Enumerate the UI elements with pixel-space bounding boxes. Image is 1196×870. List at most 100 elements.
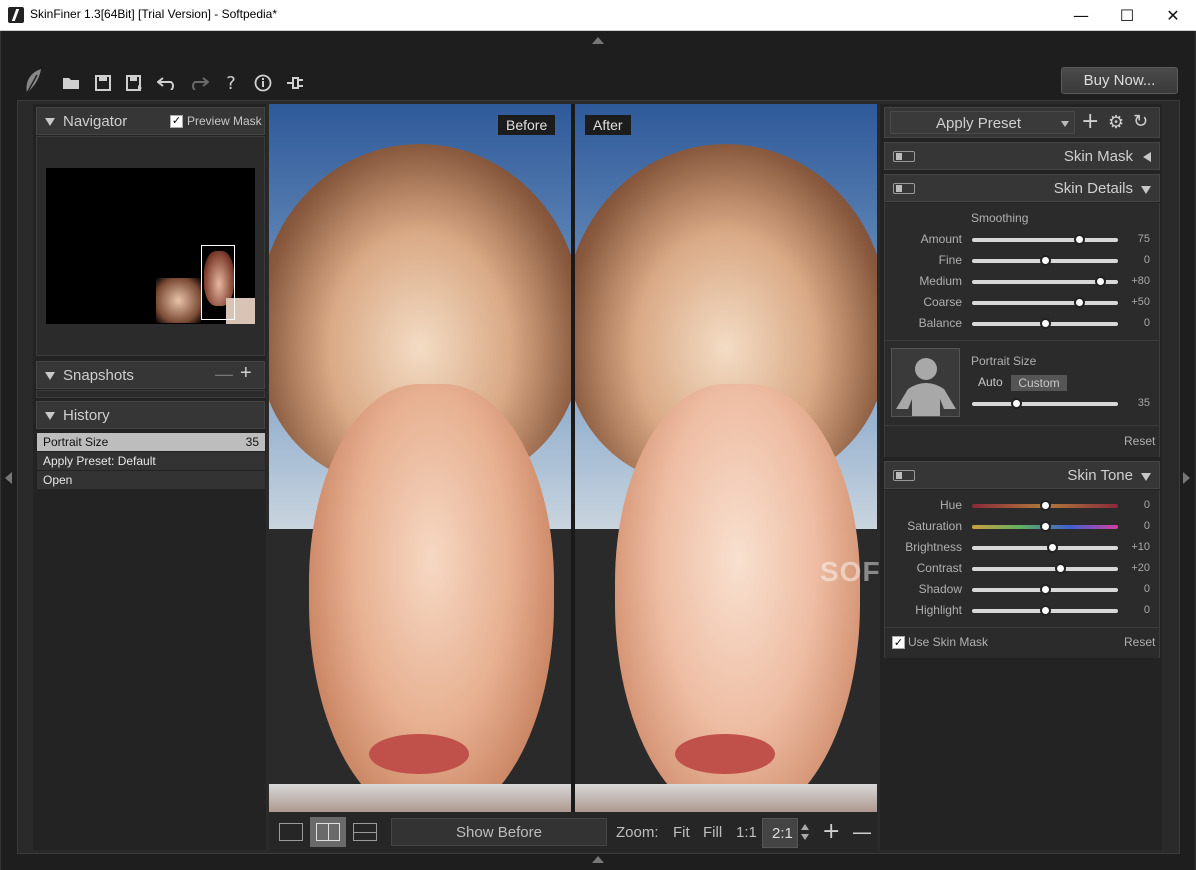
after-label: After <box>585 115 631 135</box>
slider-label: Fine <box>938 253 962 267</box>
collapse-right-icon[interactable] <box>1183 472 1190 484</box>
skin-details-toggle[interactable] <box>893 183 915 194</box>
auto-button[interactable]: Auto <box>978 375 1003 389</box>
slider-track[interactable] <box>972 297 1118 308</box>
zoom-1-1-button[interactable]: 1:1 <box>736 824 757 841</box>
slider-track[interactable] <box>972 255 1118 266</box>
zoom-label: Zoom: <box>616 824 659 841</box>
slider-thumb[interactable] <box>1040 584 1051 595</box>
slider-thumb[interactable] <box>1040 605 1051 616</box>
custom-button[interactable]: Custom <box>1011 375 1067 391</box>
slider-thumb[interactable] <box>1054 563 1066 574</box>
skin-tone-reset-button[interactable]: Reset <box>1124 635 1155 649</box>
show-before-button[interactable]: Show Before <box>391 818 607 846</box>
zoom-value-box[interactable]: 2:1 <box>762 818 798 848</box>
window-title: SkinFiner 1.3[64Bit] [Trial Version] - S… <box>30 7 278 21</box>
slider-thumb[interactable] <box>1040 521 1051 532</box>
slider-label: Hue <box>939 498 962 512</box>
zoom-fit-button[interactable]: Fit <box>673 824 690 841</box>
skin-details-header[interactable]: Skin Details <box>884 174 1160 202</box>
slider-value: 75 <box>1137 233 1150 245</box>
split-vertical-view-button[interactable] <box>310 817 346 847</box>
reset-preset-icon[interactable]: ↻ <box>1133 111 1148 132</box>
slider-value: 0 <box>1143 317 1150 329</box>
history-item-label: Portrait Size <box>43 435 109 449</box>
history-item[interactable]: Open <box>37 471 265 489</box>
portrait-size-slider-thumb[interactable] <box>1010 398 1022 409</box>
slider-thumb[interactable] <box>1040 500 1051 511</box>
collapse-left-icon[interactable] <box>5 472 12 484</box>
slider-label: Brightness <box>905 540 962 554</box>
collapse-triangle-icon <box>45 372 55 380</box>
navigator-viewport-rect[interactable] <box>201 245 235 320</box>
slider-track[interactable] <box>972 563 1118 574</box>
redo-icon[interactable] <box>188 72 210 94</box>
preview-mask-checkbox[interactable]: ✓ <box>170 115 183 128</box>
slider-track[interactable] <box>972 318 1118 329</box>
minimize-button[interactable]: — <box>1058 0 1104 31</box>
slider-thumb[interactable] <box>1073 297 1085 308</box>
navigator-header[interactable]: Navigator ✓ Preview Mask <box>36 107 265 135</box>
portrait-size-value: 35 <box>1137 397 1150 409</box>
single-view-button[interactable] <box>273 817 309 847</box>
skin-tone-toggle[interactable] <box>893 470 915 481</box>
close-button[interactable]: ✕ <box>1150 0 1196 31</box>
open-folder-icon[interactable] <box>60 72 82 94</box>
collapse-bottom-icon[interactable] <box>592 856 604 863</box>
after-image[interactable] <box>575 104 877 812</box>
help-icon[interactable]: ? <box>220 72 242 94</box>
add-preset-icon[interactable]: + <box>1081 109 1099 134</box>
portrait-person-icon <box>891 348 960 417</box>
plugin-icon[interactable] <box>284 72 306 94</box>
collapse-top-icon[interactable] <box>592 37 604 44</box>
slider-label: Contrast <box>916 561 962 575</box>
maximize-button[interactable]: ☐ <box>1104 0 1150 31</box>
slider-label: Amount <box>920 232 962 246</box>
slider-thumb[interactable] <box>1040 318 1051 329</box>
zoom-out-icon[interactable]: — <box>852 820 872 844</box>
zoom-down-icon[interactable] <box>801 834 809 840</box>
save-as-icon[interactable] <box>124 72 146 94</box>
split-horizontal-view-button[interactable] <box>347 817 383 847</box>
snapshots-header[interactable]: Snapshots — + <box>36 361 265 389</box>
divider <box>884 340 1160 341</box>
slider-track[interactable] <box>972 605 1118 616</box>
skin-mask-header[interactable]: Skin Mask <box>884 142 1160 170</box>
slider-label: Shadow <box>918 582 962 596</box>
buy-now-button[interactable]: Buy Now... <box>1061 67 1178 94</box>
slider-thumb[interactable] <box>1040 255 1051 266</box>
undo-icon[interactable] <box>156 72 178 94</box>
zoom-up-icon[interactable] <box>801 824 809 830</box>
slider-label: Balance <box>918 316 962 330</box>
skin-tone-header[interactable]: Skin Tone <box>884 461 1160 489</box>
portrait-size-slider-track[interactable] <box>972 398 1118 409</box>
apply-preset-dropdown[interactable]: Apply Preset <box>890 111 1075 134</box>
slider-track[interactable] <box>972 584 1118 595</box>
divider <box>884 627 1160 628</box>
slider-track[interactable] <box>972 500 1118 511</box>
skin-details-title: Skin Details <box>1053 180 1133 197</box>
info-icon[interactable] <box>252 72 274 94</box>
slider-track[interactable] <box>972 521 1118 532</box>
history-item[interactable]: Portrait Size 35 <box>37 433 265 451</box>
skin-mask-toggle[interactable] <box>893 151 915 162</box>
slider-value: 0 <box>1143 604 1150 616</box>
use-skin-mask-checkbox[interactable]: ✓ <box>892 636 905 649</box>
history-item[interactable]: Apply Preset: Default <box>37 452 265 470</box>
slider-track[interactable] <box>972 542 1118 553</box>
preview-mask-label: Preview Mask <box>187 114 262 128</box>
skin-details-reset-button[interactable]: Reset <box>1124 434 1155 448</box>
history-header[interactable]: History <box>36 401 265 429</box>
save-icon[interactable] <box>92 72 114 94</box>
zoom-in-icon[interactable]: + <box>822 819 840 844</box>
lips <box>369 734 469 774</box>
gear-icon[interactable]: ⚙ <box>1108 112 1124 133</box>
slider-track[interactable] <box>972 234 1118 245</box>
zoom-fill-button[interactable]: Fill <box>703 824 722 841</box>
slider-thumb[interactable] <box>1073 234 1085 245</box>
add-snapshot-icon[interactable]: + <box>240 362 252 385</box>
slider-track[interactable] <box>972 276 1118 287</box>
collapse-triangle-icon <box>1141 186 1151 194</box>
before-image[interactable] <box>269 104 571 812</box>
remove-snapshot-icon[interactable]: — <box>215 364 233 385</box>
